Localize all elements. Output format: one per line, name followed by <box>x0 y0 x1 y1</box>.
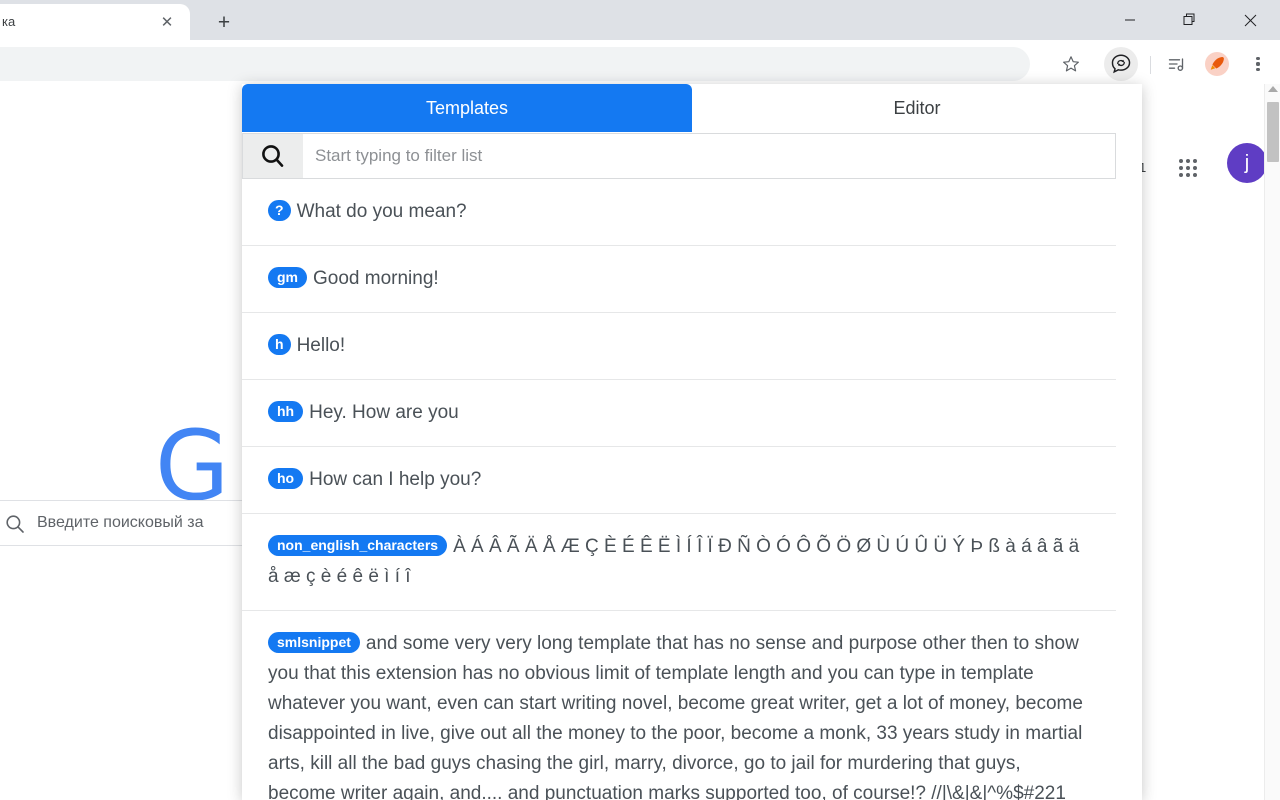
template-shortcut-badge: h <box>268 334 291 355</box>
minimize-button[interactable] <box>1100 0 1160 40</box>
star-icon[interactable] <box>1054 47 1088 81</box>
filter-search-row[interactable]: Start typing to filter list <box>242 133 1116 179</box>
list-item[interactable]: gm Good morning! <box>242 246 1116 313</box>
tab-editor[interactable]: Editor <box>692 84 1142 132</box>
browser-window: ка ✕ + G Введите поисковый за 1 j Templa… <box>0 0 1280 800</box>
template-shortcut-badge: gm <box>268 267 307 288</box>
tab-strip: ка ✕ + <box>0 0 600 40</box>
template-text: How can I help you? <box>309 469 482 490</box>
tab-templates[interactable]: Templates <box>242 84 692 132</box>
template-list: ? What do you mean? gm Good morning! h Hell… <box>242 179 1116 800</box>
chat-refresh-extension-icon[interactable] <box>1104 47 1138 81</box>
search-input[interactable]: Start typing to filter list <box>303 146 482 166</box>
template-text: Good morning! <box>313 268 439 289</box>
scroll-up-arrow-icon[interactable] <box>1268 86 1278 92</box>
search-icon <box>243 134 303 178</box>
template-text: Hello! <box>296 335 346 356</box>
window-controls <box>1100 0 1280 40</box>
template-text: Hey. How are you <box>309 402 459 423</box>
browser-tab-title: ка <box>2 14 16 29</box>
browser-tab[interactable]: ка ✕ <box>0 4 190 40</box>
browser-titlebar: ка ✕ + <box>0 0 1280 40</box>
media-playlist-icon[interactable] <box>1160 47 1194 81</box>
rocket-extension-icon[interactable] <box>1200 47 1234 81</box>
extension-popup: Templates Editor Start typing to filter … <box>242 84 1142 800</box>
list-item[interactable]: ? What do you mean? <box>242 179 1116 246</box>
list-item[interactable]: ho How can I help you? <box>242 447 1116 514</box>
address-bar[interactable] <box>0 47 1030 81</box>
new-tab-button[interactable]: + <box>205 8 243 36</box>
template-shortcut-badge: smlsnippet <box>268 632 360 653</box>
template-shortcut-badge: ho <box>268 468 304 489</box>
list-item[interactable]: hh Hey. How are you <box>242 380 1116 447</box>
list-item[interactable]: non_english_characters À Á Â Ã Ä Å Æ Ç È … <box>242 514 1116 611</box>
popup-tab-bar: Templates Editor <box>242 84 1142 132</box>
template-shortcut-badge: non_english_characters <box>268 535 448 556</box>
toolbar-divider <box>1150 56 1151 74</box>
scrollbar-thumb[interactable] <box>1267 102 1279 162</box>
search-icon <box>5 514 25 534</box>
template-text: What do you mean? <box>296 201 467 222</box>
popup-scrollbar[interactable] <box>1264 84 1280 800</box>
avatar[interactable]: j <box>1227 143 1267 183</box>
google-search-box[interactable]: Введите поисковый за <box>0 500 280 546</box>
apps-grid-icon[interactable] <box>1172 152 1204 184</box>
google-search-placeholder: Введите поисковый за <box>37 514 204 531</box>
template-text: and some very very long template that ha… <box>268 633 1083 800</box>
list-item[interactable]: h Hello! <box>242 313 1116 380</box>
browser-toolbar <box>0 40 1280 88</box>
three-dot-menu-icon[interactable] <box>1245 47 1271 81</box>
template-shortcut-badge: hh <box>268 401 304 422</box>
list-item[interactable]: smlsnippet and some very very long templa… <box>242 611 1116 800</box>
window-close-button[interactable] <box>1220 0 1280 40</box>
maximize-restore-button[interactable] <box>1160 0 1220 40</box>
close-icon[interactable]: ✕ <box>158 13 176 31</box>
template-shortcut-badge: ? <box>268 200 291 221</box>
